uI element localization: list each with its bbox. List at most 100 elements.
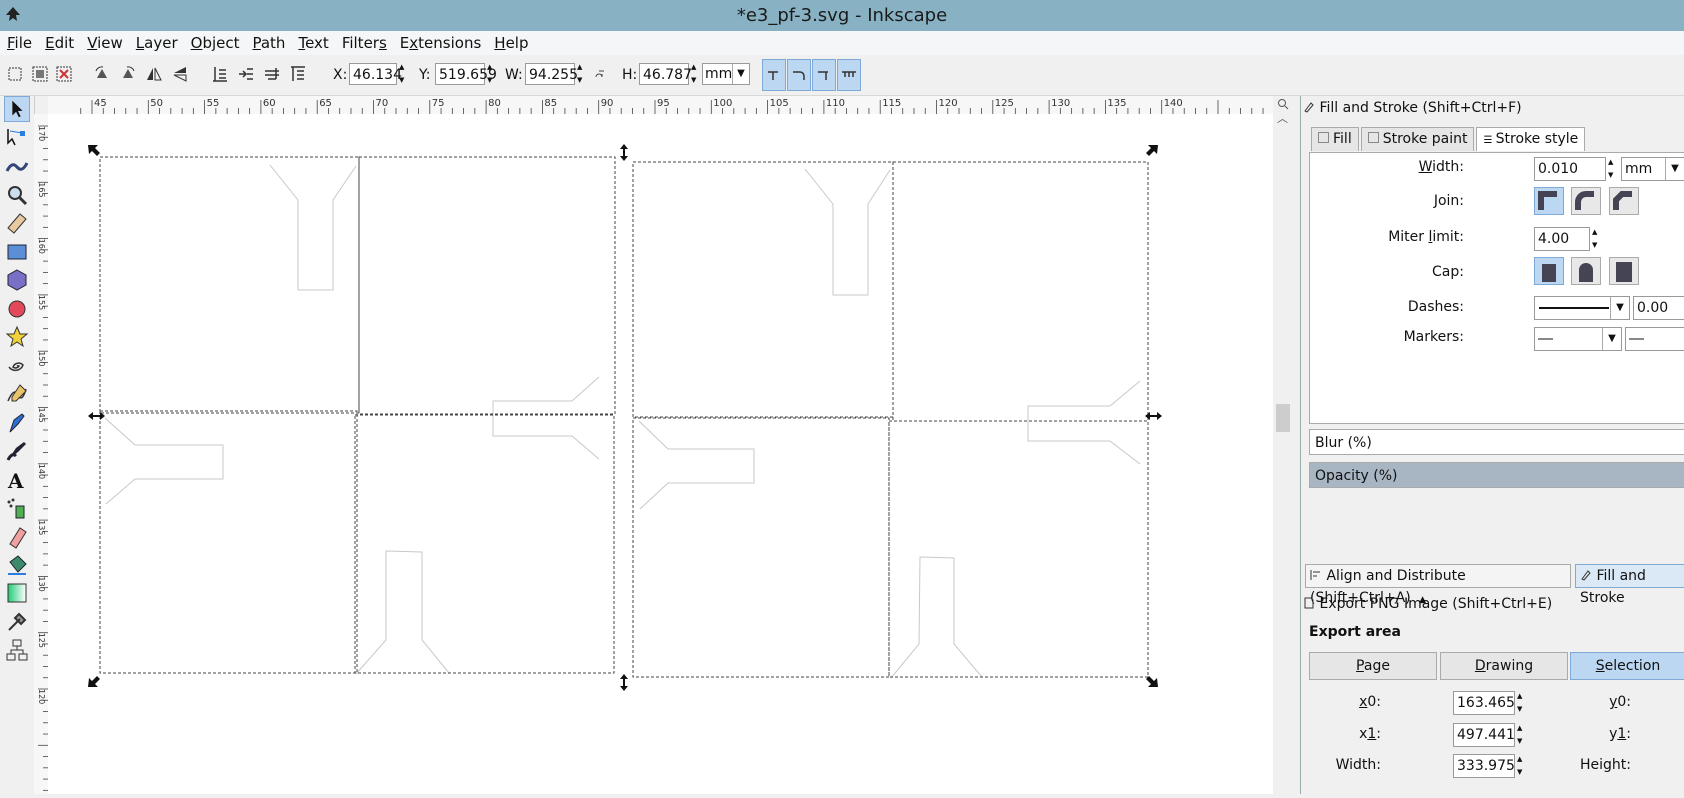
rotate-cw-icon[interactable] xyxy=(120,66,136,82)
mid-marker-select[interactable] xyxy=(1625,327,1684,351)
cap-square-button[interactable] xyxy=(1609,257,1639,285)
export-width-spinner[interactable] xyxy=(1516,755,1526,777)
scale-handle-n-icon[interactable] xyxy=(620,144,628,161)
transform-patterns-toggle[interactable] xyxy=(837,59,861,91)
spiral-tool-icon[interactable] xyxy=(4,353,30,379)
lock-proportions-icon[interactable] xyxy=(593,67,607,81)
menu-layer[interactable]: Layer xyxy=(129,31,184,55)
zoom-corner-icon[interactable] xyxy=(1276,98,1290,110)
x1-spinner[interactable] xyxy=(1516,724,1526,746)
selection-bbox-3[interactable] xyxy=(99,410,358,674)
dropper-tool-icon[interactable] xyxy=(4,609,30,635)
selector-tool-icon[interactable] xyxy=(4,96,30,122)
tweak-tool-icon[interactable] xyxy=(4,153,30,179)
x0-spinner[interactable] xyxy=(1516,692,1526,714)
x-input[interactable]: 46.134 xyxy=(349,63,402,85)
scale-stroke-toggle[interactable] xyxy=(762,59,786,91)
selection-bbox-6[interactable] xyxy=(892,161,1149,422)
unit-select[interactable]: mm ▼ xyxy=(702,63,750,85)
tab-shape-2[interactable] xyxy=(492,376,600,460)
menu-view[interactable]: View xyxy=(80,31,129,55)
selection-bbox-5[interactable] xyxy=(632,161,894,418)
flip-vertical-icon[interactable] xyxy=(172,66,188,82)
join-miter-button[interactable] xyxy=(1534,187,1564,215)
fill-stroke-header[interactable]: Fill and Stroke (Shift+Ctrl+F) xyxy=(1303,100,1684,116)
pencil-tool-icon[interactable] xyxy=(4,381,30,407)
start-marker-select[interactable]: ▼ xyxy=(1534,327,1622,351)
align-distribute-tab[interactable]: Align and Distribute (Shift+Ctrl+A) ▲ xyxy=(1305,564,1571,606)
scale-handle-ne-icon[interactable] xyxy=(1146,145,1158,156)
eraser-tool-icon[interactable] xyxy=(4,524,30,550)
blur-slider[interactable]: Blur (%) xyxy=(1309,429,1684,455)
tab-shape-4[interactable] xyxy=(355,550,450,675)
h-spinner[interactable] xyxy=(690,63,700,85)
text-tool-icon[interactable]: A xyxy=(4,467,30,493)
tab-shape-8[interactable] xyxy=(890,556,983,679)
scale-handle-se-icon[interactable] xyxy=(1146,676,1158,687)
paint-bucket-tool-icon[interactable] xyxy=(4,552,30,578)
export-page-button[interactable]: Page xyxy=(1309,652,1437,680)
x1-input[interactable]: 497.441 xyxy=(1453,723,1515,747)
h-input[interactable]: 46.787 xyxy=(639,63,692,85)
y-input[interactable]: 519.659 xyxy=(435,63,497,85)
node-tool-icon[interactable] xyxy=(4,125,30,151)
w-spinner[interactable] xyxy=(576,63,586,85)
dash-pattern-select[interactable]: ▼ xyxy=(1534,296,1630,320)
x-spinner[interactable] xyxy=(398,63,408,85)
lower-icon[interactable] xyxy=(238,66,254,82)
canvas-vertical-scrollbar[interactable]: ︿ xyxy=(1273,96,1293,794)
menu-text[interactable]: Text xyxy=(291,31,334,55)
fill-stroke-dock-tab[interactable]: Fill and Stroke xyxy=(1575,564,1684,606)
lower-to-bottom-icon[interactable] xyxy=(212,66,228,82)
export-png-header[interactable]: Export PNG Image (Shift+Ctrl+E) xyxy=(1303,596,1684,612)
pen-tool-icon[interactable] xyxy=(4,410,30,436)
stroke-width-input[interactable]: 0.010 xyxy=(1534,157,1606,181)
tab-fill[interactable]: Fill xyxy=(1311,127,1359,151)
export-drawing-button[interactable]: Drawing xyxy=(1440,652,1568,680)
zoom-tool-icon[interactable] xyxy=(4,182,30,208)
gradient-tool-icon[interactable] xyxy=(4,580,30,606)
select-all-layers-icon[interactable] xyxy=(32,66,48,82)
join-bevel-button[interactable] xyxy=(1609,187,1639,215)
menu-filters[interactable]: Filters xyxy=(335,31,393,55)
stroke-width-spinner[interactable] xyxy=(1607,158,1617,180)
tab-shape-6[interactable] xyxy=(1027,380,1141,465)
ellipse-tool-icon[interactable] xyxy=(4,296,30,322)
menu-file[interactable]: File xyxy=(0,31,38,55)
tab-shape-5[interactable] xyxy=(804,168,891,296)
scale-handle-nw-icon[interactable] xyxy=(88,145,100,156)
export-width-input[interactable]: 333.975 xyxy=(1453,754,1515,778)
w-input[interactable]: 94.255 xyxy=(525,63,578,85)
deselect-icon[interactable] xyxy=(56,66,72,82)
join-round-button[interactable] xyxy=(1571,187,1601,215)
miter-limit-input[interactable]: 4.00 xyxy=(1534,227,1590,251)
rotate-ccw-icon[interactable] xyxy=(94,66,110,82)
selection-bbox-7[interactable] xyxy=(632,417,890,678)
tab-shape-1[interactable] xyxy=(269,164,357,291)
scale-handle-sw-icon[interactable] xyxy=(88,676,100,687)
selection-bbox-8[interactable] xyxy=(888,420,1149,678)
spray-tool-icon[interactable] xyxy=(4,496,30,522)
menu-help[interactable]: Help xyxy=(487,31,534,55)
measure-tool-icon[interactable] xyxy=(4,210,30,236)
scrollbar-thumb[interactable] xyxy=(1276,404,1290,432)
opacity-slider[interactable]: Opacity (%) xyxy=(1309,462,1684,488)
dash-offset-input[interactable]: 0.00 xyxy=(1633,296,1684,320)
tab-shape-7[interactable] xyxy=(638,420,755,510)
drawing-canvas[interactable] xyxy=(48,114,1273,794)
raise-icon[interactable] xyxy=(264,66,280,82)
connector-tool-icon[interactable] xyxy=(4,637,30,663)
tab-stroke-style[interactable]: ☰ Stroke style xyxy=(1476,127,1586,151)
selection-bbox-2[interactable] xyxy=(358,156,616,415)
rectangle-tool-icon[interactable] xyxy=(4,239,30,265)
menu-edit[interactable]: Edit xyxy=(38,31,80,55)
y-spinner[interactable] xyxy=(486,63,496,85)
selection-bbox-1[interactable] xyxy=(99,156,360,414)
3d-box-tool-icon[interactable] xyxy=(4,267,30,293)
menu-object[interactable]: Object xyxy=(184,31,246,55)
export-selection-button[interactable]: Selection xyxy=(1570,652,1684,680)
miter-limit-spinner[interactable] xyxy=(1591,228,1601,250)
star-tool-icon[interactable] xyxy=(4,324,30,350)
cap-butt-button[interactable] xyxy=(1534,257,1564,285)
stroke-unit-select[interactable]: mm ▼ xyxy=(1621,157,1684,181)
